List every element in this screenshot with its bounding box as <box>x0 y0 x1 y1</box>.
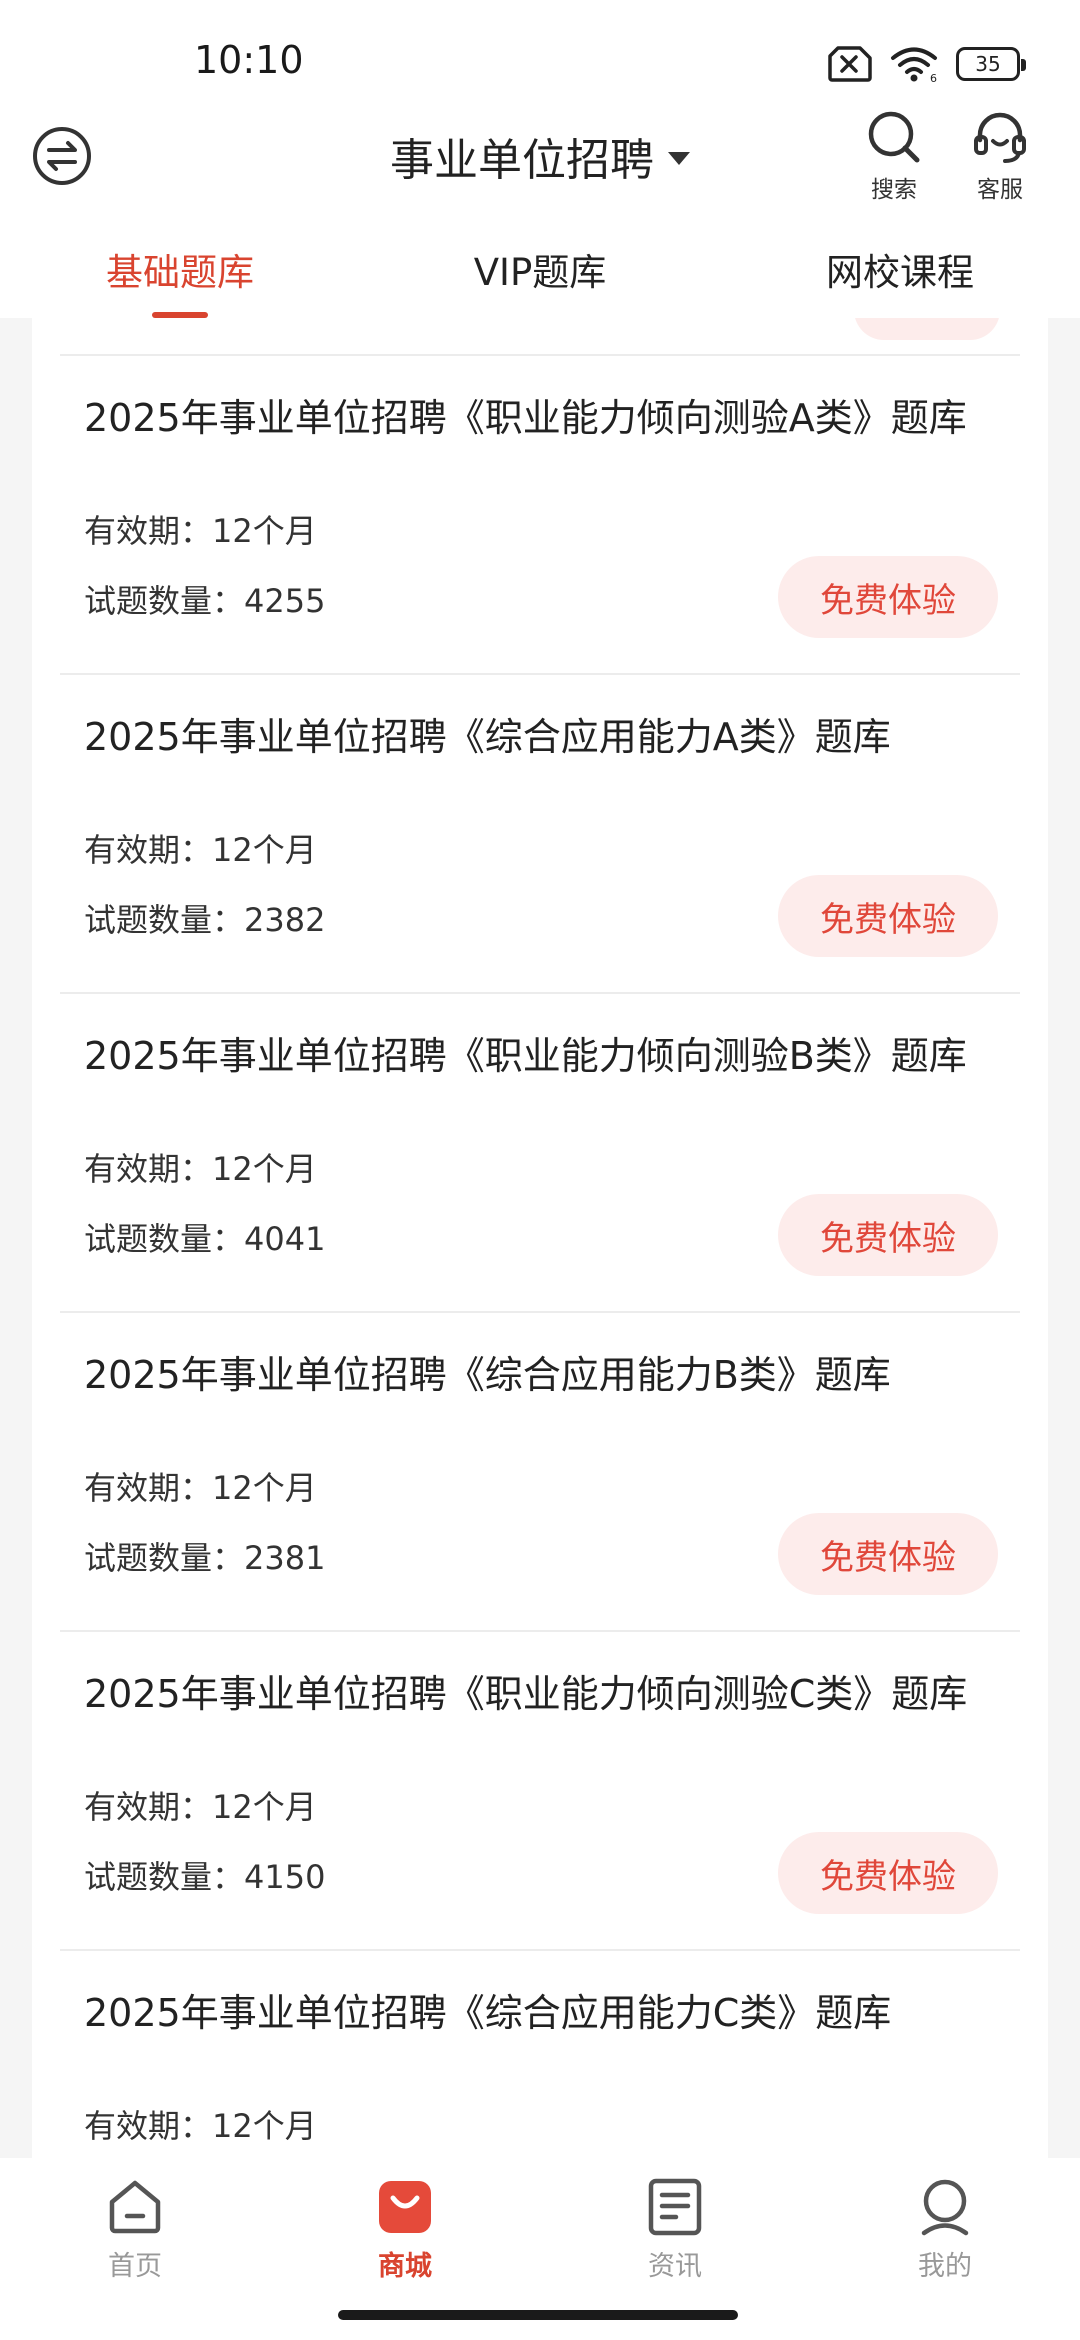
free-trial-button-partial[interactable] <box>854 318 1000 340</box>
switch-exam-icon[interactable] <box>30 124 94 188</box>
app-screen: 10:10 6 35 事业单位招聘 搜索 客服 基础题库 VIP题库 网校课程 … <box>0 0 1080 2340</box>
item-validity: 有效期：12个月 <box>84 1150 317 1188</box>
item-title: 2025年事业单位招聘《综合应用能力C类》题库 <box>84 1991 892 2035</box>
news-icon <box>648 2178 702 2236</box>
caret-down-icon <box>668 151 690 165</box>
customer-service-button[interactable]: 客服 <box>960 108 1040 204</box>
free-trial-button[interactable]: 免费体验 <box>778 1194 998 1276</box>
list-item[interactable]: 2025年事业单位招聘《综合应用能力C类》题库 有效期：12个月 <box>60 1951 1020 2158</box>
list-item[interactable]: 2025年事业单位招聘《综合应用能力B类》题库 有效期：12个月 试题数量：23… <box>60 1313 1020 1632</box>
item-title: 2025年事业单位招聘《职业能力倾向测验B类》题库 <box>84 1034 967 1078</box>
nav-profile-label: 我的 <box>918 2251 972 2282</box>
service-label: 客服 <box>977 177 1023 203</box>
status-icons: 6 35 <box>828 44 1026 84</box>
headset-icon <box>974 112 1026 163</box>
item-question-count: 试题数量：4041 <box>84 1220 326 1258</box>
status-time: 10:10 <box>194 38 304 82</box>
no-sim-icon <box>828 46 872 82</box>
list-item[interactable]: 2025年事业单位招聘《职业能力倾向测验C类》题库 有效期：12个月 试题数量：… <box>60 1632 1020 1951</box>
nav-news-label: 资讯 <box>648 2251 702 2282</box>
item-title: 2025年事业单位招聘《职业能力倾向测验A类》题库 <box>84 396 967 440</box>
nav-home-label: 首页 <box>108 2251 162 2282</box>
item-question-count: 试题数量：2382 <box>84 901 326 939</box>
item-question-count: 试题数量：4150 <box>84 1858 326 1896</box>
item-question-count: 试题数量：4255 <box>84 582 326 620</box>
tab-online-courses[interactable]: 网校课程 <box>720 220 1080 318</box>
item-title: 2025年事业单位招聘《职业能力倾向测验C类》题库 <box>84 1672 968 1716</box>
nav-home[interactable]: 首页 <box>0 2158 270 2340</box>
free-trial-button[interactable]: 免费体验 <box>778 1513 998 1595</box>
svg-text:6: 6 <box>930 72 937 83</box>
tab-basic-bank[interactable]: 基础题库 <box>0 220 360 318</box>
free-trial-button[interactable]: 免费体验 <box>778 556 998 638</box>
list-item[interactable]: 2025年事业单位招聘《职业能力倾向测验A类》题库 有效期：12个月 试题数量：… <box>60 356 1020 675</box>
search-button[interactable]: 搜索 <box>854 108 934 204</box>
question-bank-list[interactable]: 2025年事业单位招聘《职业能力倾向测验A类》题库 有效期：12个月 试题数量：… <box>32 318 1048 2158</box>
exam-category-dropdown[interactable]: 事业单位招聘 <box>390 124 690 188</box>
list-item-partial <box>60 318 1020 356</box>
item-validity: 有效期：12个月 <box>84 2107 317 2145</box>
item-question-count: 试题数量：2381 <box>84 1539 326 1577</box>
search-icon <box>868 111 920 163</box>
item-validity: 有效期：12个月 <box>84 831 317 869</box>
app-header: 事业单位招聘 搜索 客服 <box>0 100 1080 220</box>
status-bar: 10:10 6 35 <box>0 0 1080 100</box>
profile-icon <box>921 2179 969 2236</box>
battery-level: 35 <box>975 52 1001 76</box>
item-validity: 有效期：12个月 <box>84 1469 317 1507</box>
item-title: 2025年事业单位招聘《综合应用能力A类》题库 <box>84 715 891 759</box>
nav-profile[interactable]: 我的 <box>810 2158 1080 2340</box>
battery-icon: 35 <box>956 47 1026 81</box>
home-indicator[interactable] <box>338 2310 738 2320</box>
page-title: 事业单位招聘 <box>390 135 654 186</box>
search-label: 搜索 <box>871 177 917 203</box>
free-trial-button[interactable]: 免费体验 <box>778 875 998 957</box>
list-item[interactable]: 2025年事业单位招聘《综合应用能力A类》题库 有效期：12个月 试题数量：23… <box>60 675 1020 994</box>
shop-bag-icon <box>379 2181 431 2233</box>
list-inner: 2025年事业单位招聘《职业能力倾向测验A类》题库 有效期：12个月 试题数量：… <box>32 318 1048 2158</box>
wifi-icon: 6 <box>891 47 937 83</box>
tab-vip-bank[interactable]: VIP题库 <box>360 220 720 318</box>
item-title: 2025年事业单位招聘《综合应用能力B类》题库 <box>84 1353 891 1397</box>
tab-bar: 基础题库 VIP题库 网校课程 <box>0 220 1080 318</box>
item-validity: 有效期：12个月 <box>84 1788 317 1826</box>
nav-shop-label: 商城 <box>378 2251 432 2282</box>
free-trial-button[interactable]: 免费体验 <box>778 1832 998 1914</box>
item-validity: 有效期：12个月 <box>84 512 317 550</box>
list-item[interactable]: 2025年事业单位招聘《职业能力倾向测验B类》题库 有效期：12个月 试题数量：… <box>60 994 1020 1313</box>
home-icon <box>109 2180 161 2234</box>
